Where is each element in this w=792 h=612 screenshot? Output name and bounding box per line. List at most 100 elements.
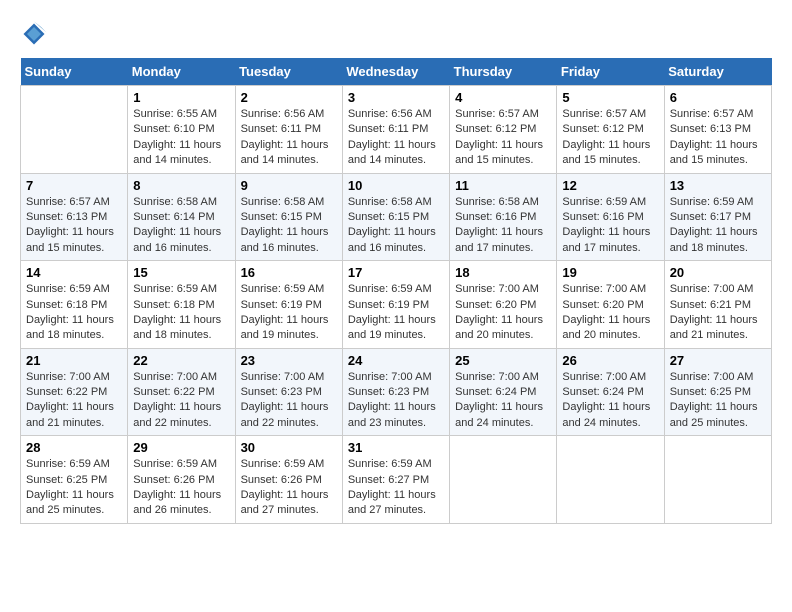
day-number: 11 (455, 178, 551, 193)
calendar-cell (664, 436, 771, 524)
sunset: Sunset: 6:20 PM (455, 298, 551, 313)
sunrise: Sunrise: 7:00 AM (241, 370, 337, 385)
header-sunday: Sunday (21, 58, 128, 86)
calendar-cell: 30 Sunrise: 6:59 AM Sunset: 6:26 PM Dayl… (235, 436, 342, 524)
day-number: 25 (455, 353, 551, 368)
daylight: Daylight: 11 hours and 17 minutes. (562, 225, 658, 256)
sunrise: Sunrise: 7:00 AM (455, 370, 551, 385)
daylight: Daylight: 11 hours and 20 minutes. (455, 313, 551, 344)
daylight: Daylight: 11 hours and 18 minutes. (133, 313, 229, 344)
daylight: Daylight: 11 hours and 15 minutes. (670, 138, 766, 169)
calendar-cell: 18 Sunrise: 7:00 AM Sunset: 6:20 PM Dayl… (450, 261, 557, 349)
sunrise: Sunrise: 7:00 AM (562, 282, 658, 297)
day-info: Sunrise: 6:57 AM Sunset: 6:12 PM Dayligh… (562, 107, 658, 169)
header-friday: Friday (557, 58, 664, 86)
sunrise: Sunrise: 6:59 AM (26, 457, 122, 472)
calendar-cell (557, 436, 664, 524)
day-info: Sunrise: 7:00 AM Sunset: 6:24 PM Dayligh… (455, 370, 551, 432)
sunset: Sunset: 6:24 PM (562, 385, 658, 400)
sunrise: Sunrise: 6:58 AM (241, 195, 337, 210)
sunset: Sunset: 6:16 PM (455, 210, 551, 225)
sunset: Sunset: 6:25 PM (26, 473, 122, 488)
day-info: Sunrise: 6:59 AM Sunset: 6:27 PM Dayligh… (348, 457, 444, 519)
sunset: Sunset: 6:11 PM (348, 122, 444, 137)
day-number: 16 (241, 265, 337, 280)
calendar-week-1: 1 Sunrise: 6:55 AM Sunset: 6:10 PM Dayli… (21, 86, 772, 174)
calendar-cell: 23 Sunrise: 7:00 AM Sunset: 6:23 PM Dayl… (235, 348, 342, 436)
day-number: 24 (348, 353, 444, 368)
calendar-cell: 9 Sunrise: 6:58 AM Sunset: 6:15 PM Dayli… (235, 173, 342, 261)
sunset: Sunset: 6:18 PM (133, 298, 229, 313)
sunrise: Sunrise: 6:56 AM (348, 107, 444, 122)
calendar-header-row: SundayMondayTuesdayWednesdayThursdayFrid… (21, 58, 772, 86)
calendar-cell: 3 Sunrise: 6:56 AM Sunset: 6:11 PM Dayli… (342, 86, 449, 174)
sunset: Sunset: 6:19 PM (348, 298, 444, 313)
daylight: Daylight: 11 hours and 24 minutes. (562, 400, 658, 431)
daylight: Daylight: 11 hours and 25 minutes. (670, 400, 766, 431)
calendar-cell: 13 Sunrise: 6:59 AM Sunset: 6:17 PM Dayl… (664, 173, 771, 261)
sunset: Sunset: 6:26 PM (241, 473, 337, 488)
calendar-cell: 25 Sunrise: 7:00 AM Sunset: 6:24 PM Dayl… (450, 348, 557, 436)
day-number: 26 (562, 353, 658, 368)
day-info: Sunrise: 6:56 AM Sunset: 6:11 PM Dayligh… (241, 107, 337, 169)
day-info: Sunrise: 6:58 AM Sunset: 6:16 PM Dayligh… (455, 195, 551, 257)
sunset: Sunset: 6:24 PM (455, 385, 551, 400)
day-info: Sunrise: 7:00 AM Sunset: 6:21 PM Dayligh… (670, 282, 766, 344)
day-info: Sunrise: 7:00 AM Sunset: 6:20 PM Dayligh… (455, 282, 551, 344)
header-wednesday: Wednesday (342, 58, 449, 86)
day-info: Sunrise: 7:00 AM Sunset: 6:22 PM Dayligh… (133, 370, 229, 432)
day-info: Sunrise: 6:59 AM Sunset: 6:16 PM Dayligh… (562, 195, 658, 257)
calendar-cell: 31 Sunrise: 6:59 AM Sunset: 6:27 PM Dayl… (342, 436, 449, 524)
calendar-week-2: 7 Sunrise: 6:57 AM Sunset: 6:13 PM Dayli… (21, 173, 772, 261)
day-info: Sunrise: 6:59 AM Sunset: 6:17 PM Dayligh… (670, 195, 766, 257)
header-saturday: Saturday (664, 58, 771, 86)
calendar-cell (21, 86, 128, 174)
day-info: Sunrise: 6:59 AM Sunset: 6:19 PM Dayligh… (348, 282, 444, 344)
day-info: Sunrise: 6:57 AM Sunset: 6:13 PM Dayligh… (26, 195, 122, 257)
day-number: 4 (455, 90, 551, 105)
day-info: Sunrise: 7:00 AM Sunset: 6:23 PM Dayligh… (348, 370, 444, 432)
calendar-week-3: 14 Sunrise: 6:59 AM Sunset: 6:18 PM Dayl… (21, 261, 772, 349)
calendar-cell: 14 Sunrise: 6:59 AM Sunset: 6:18 PM Dayl… (21, 261, 128, 349)
sunrise: Sunrise: 7:00 AM (133, 370, 229, 385)
day-number: 29 (133, 440, 229, 455)
sunset: Sunset: 6:22 PM (133, 385, 229, 400)
day-info: Sunrise: 6:58 AM Sunset: 6:15 PM Dayligh… (241, 195, 337, 257)
calendar-cell: 12 Sunrise: 6:59 AM Sunset: 6:16 PM Dayl… (557, 173, 664, 261)
day-info: Sunrise: 6:57 AM Sunset: 6:12 PM Dayligh… (455, 107, 551, 169)
day-info: Sunrise: 7:00 AM Sunset: 6:20 PM Dayligh… (562, 282, 658, 344)
day-number: 27 (670, 353, 766, 368)
calendar-cell: 10 Sunrise: 6:58 AM Sunset: 6:15 PM Dayl… (342, 173, 449, 261)
calendar-cell: 8 Sunrise: 6:58 AM Sunset: 6:14 PM Dayli… (128, 173, 235, 261)
sunrise: Sunrise: 6:59 AM (133, 282, 229, 297)
sunrise: Sunrise: 6:58 AM (348, 195, 444, 210)
sunrise: Sunrise: 6:57 AM (670, 107, 766, 122)
daylight: Daylight: 11 hours and 16 minutes. (241, 225, 337, 256)
calendar-cell: 21 Sunrise: 7:00 AM Sunset: 6:22 PM Dayl… (21, 348, 128, 436)
calendar-cell: 7 Sunrise: 6:57 AM Sunset: 6:13 PM Dayli… (21, 173, 128, 261)
day-number: 28 (26, 440, 122, 455)
calendar-table: SundayMondayTuesdayWednesdayThursdayFrid… (20, 58, 772, 524)
day-number: 12 (562, 178, 658, 193)
sunset: Sunset: 6:11 PM (241, 122, 337, 137)
calendar-cell: 4 Sunrise: 6:57 AM Sunset: 6:12 PM Dayli… (450, 86, 557, 174)
day-number: 13 (670, 178, 766, 193)
sunrise: Sunrise: 6:56 AM (241, 107, 337, 122)
sunset: Sunset: 6:15 PM (241, 210, 337, 225)
day-info: Sunrise: 6:59 AM Sunset: 6:26 PM Dayligh… (241, 457, 337, 519)
daylight: Daylight: 11 hours and 14 minutes. (348, 138, 444, 169)
day-info: Sunrise: 6:58 AM Sunset: 6:14 PM Dayligh… (133, 195, 229, 257)
day-number: 14 (26, 265, 122, 280)
day-info: Sunrise: 6:59 AM Sunset: 6:25 PM Dayligh… (26, 457, 122, 519)
day-number: 17 (348, 265, 444, 280)
day-number: 22 (133, 353, 229, 368)
day-number: 15 (133, 265, 229, 280)
sunrise: Sunrise: 7:00 AM (670, 370, 766, 385)
sunrise: Sunrise: 6:57 AM (562, 107, 658, 122)
calendar-cell: 24 Sunrise: 7:00 AM Sunset: 6:23 PM Dayl… (342, 348, 449, 436)
sunrise: Sunrise: 6:58 AM (133, 195, 229, 210)
daylight: Daylight: 11 hours and 21 minutes. (26, 400, 122, 431)
sunset: Sunset: 6:16 PM (562, 210, 658, 225)
sunrise: Sunrise: 6:59 AM (133, 457, 229, 472)
sunset: Sunset: 6:23 PM (348, 385, 444, 400)
